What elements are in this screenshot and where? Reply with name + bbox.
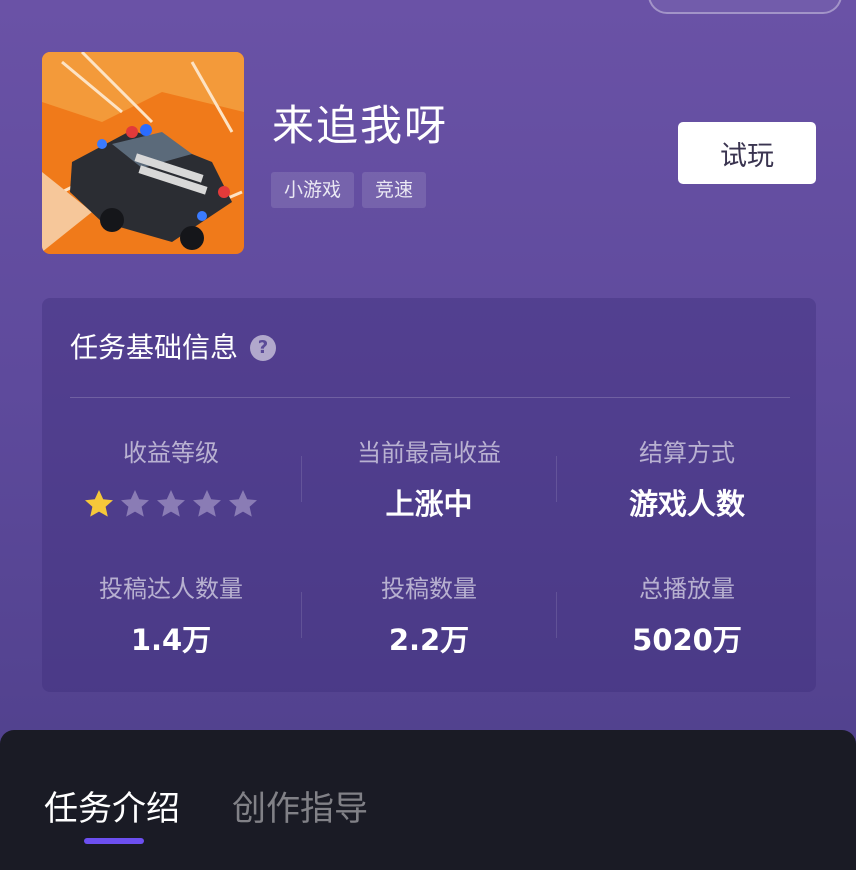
- tab-creation-guide[interactable]: 创作指导: [232, 786, 368, 832]
- stat-settlement-method: 结算方式 游戏人数: [558, 436, 816, 524]
- stat-value: 游戏人数: [628, 487, 745, 521]
- rating-stars: [42, 484, 300, 524]
- card-title: 任务基础信息: [70, 331, 239, 364]
- star-empty-icon: [193, 490, 221, 517]
- tag-racing: 竞速: [362, 172, 427, 208]
- card-title-row: 任务基础信息 ?: [70, 328, 277, 368]
- star-empty-icon: [121, 490, 149, 517]
- stat-creator-count: 投稿达人数量 1.4万: [42, 572, 300, 660]
- stat-max-revenue: 当前最高收益 上涨中: [300, 436, 558, 524]
- stat-value: 5020万: [632, 623, 742, 657]
- stat-revenue-level: 收益等级: [42, 436, 300, 524]
- stat-label: 投稿数量: [381, 575, 477, 603]
- stat-total-plays: 总播放量 5020万: [558, 572, 816, 660]
- stat-submission-count: 投稿数量 2.2万: [300, 572, 558, 660]
- star-empty-icon: [157, 490, 185, 517]
- stat-label: 当前最高收益: [357, 439, 501, 467]
- try-play-button[interactable]: 试玩: [678, 122, 816, 184]
- game-tags: 小游戏 竞速: [271, 172, 427, 208]
- star-filled-icon: [85, 490, 113, 517]
- tag-mini-game: 小游戏: [271, 172, 355, 208]
- game-icon: [42, 52, 244, 254]
- active-tab-indicator: [84, 838, 144, 844]
- tab-task-intro[interactable]: 任务介绍: [44, 786, 180, 832]
- stat-label: 结算方式: [639, 439, 735, 467]
- divider: [70, 397, 790, 398]
- task-info-card: 任务基础信息 ? 收益等级 当前最高收益 上涨中 结算方式 游戏人数 投稿达人数…: [42, 298, 816, 692]
- stat-value: 2.2万: [388, 623, 470, 657]
- bottom-panel: 任务介绍 创作指导: [0, 730, 856, 870]
- star-empty-icon: [229, 490, 257, 517]
- stat-label: 收益等级: [123, 439, 219, 467]
- stat-value: 上涨中: [385, 487, 473, 521]
- top-pill-button[interactable]: [648, 0, 842, 14]
- game-title: 来追我呀: [272, 101, 449, 150]
- help-icon[interactable]: ?: [250, 335, 277, 361]
- stat-value: 1.4万: [130, 623, 212, 657]
- stat-label: 总播放量: [639, 575, 735, 603]
- stat-label: 投稿达人数量: [99, 575, 243, 603]
